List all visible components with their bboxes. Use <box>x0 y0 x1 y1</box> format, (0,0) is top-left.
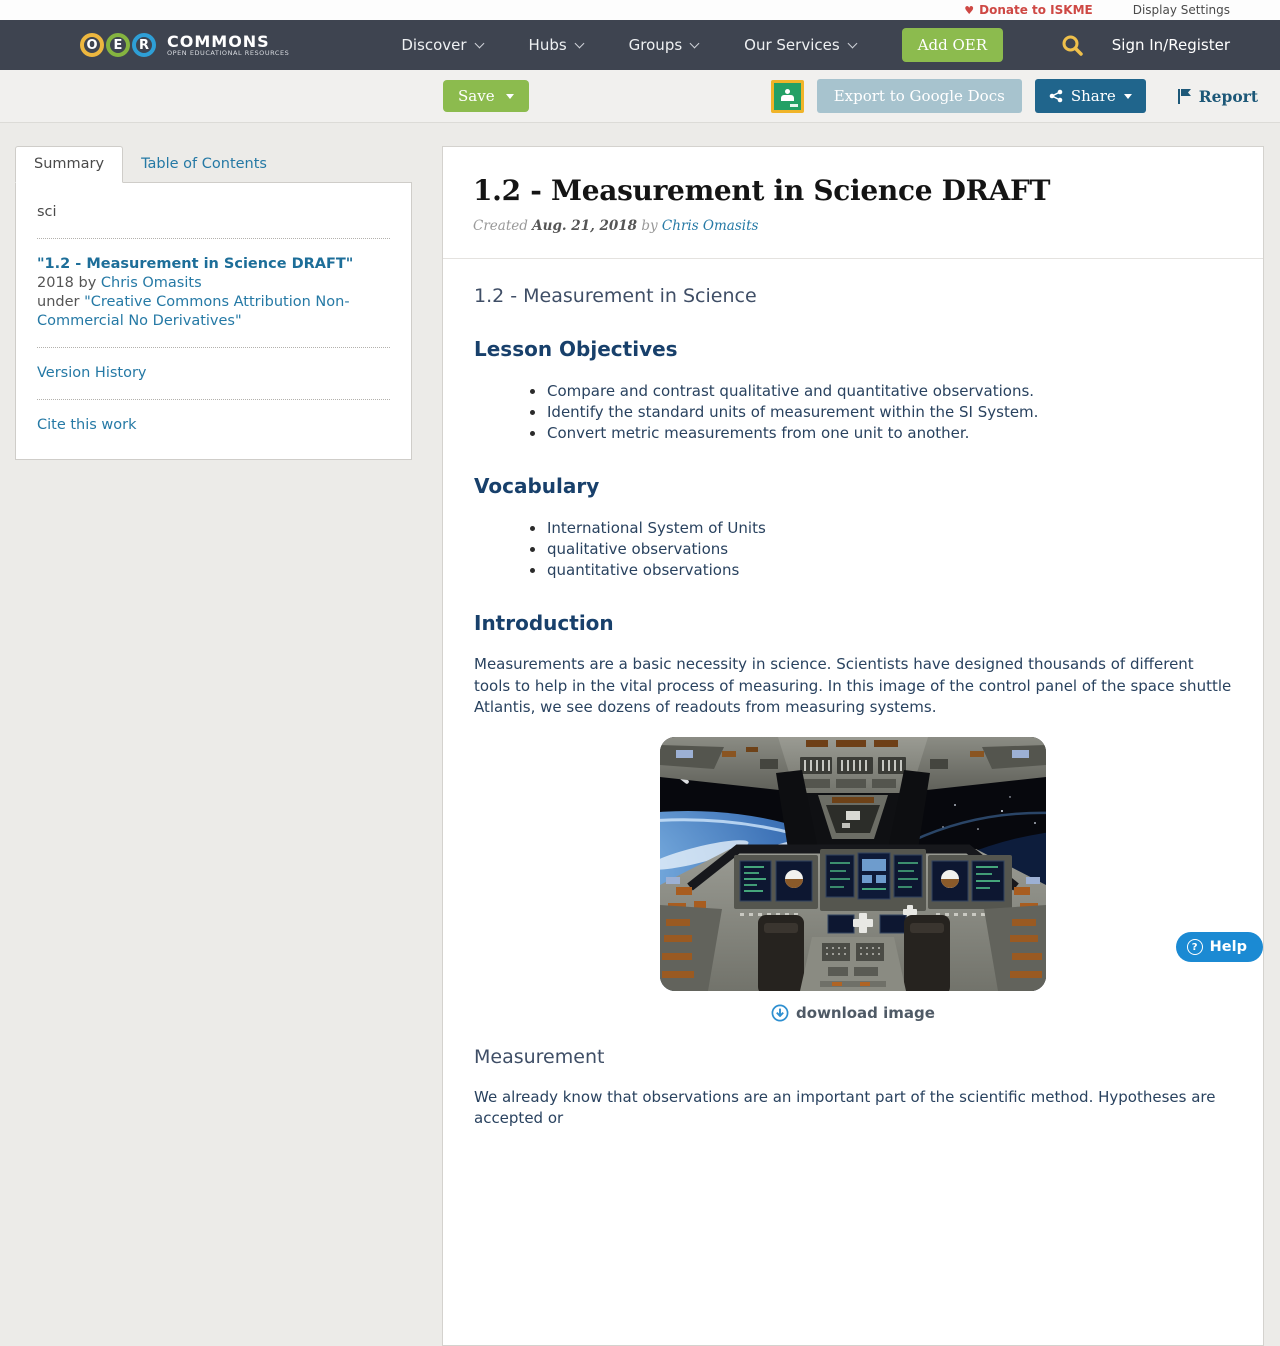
share-icon <box>1049 89 1063 103</box>
title-block: 1.2 - Measurement in Science DRAFT Creat… <box>443 147 1263 259</box>
citation-license-link[interactable]: "Creative Commons Attribution Non-Commer… <box>37 294 350 329</box>
subject-label: sci <box>37 203 390 222</box>
list-item: Convert metric measurements from one uni… <box>547 423 1232 444</box>
logo-ring-o: O <box>80 33 104 57</box>
caret-down-icon <box>1124 94 1132 99</box>
citation-under: under <box>37 294 84 310</box>
download-icon <box>771 1004 789 1022</box>
lesson-content: 1.2 - Measurement in Science Lesson Obje… <box>443 259 1263 1170</box>
nav-menu: Discover Hubs Groups Our Services <box>401 36 855 54</box>
save-button[interactable]: Save <box>443 80 529 112</box>
measurement-heading: Measurement <box>474 1046 1232 1068</box>
logo-ring-r: R <box>132 33 156 57</box>
oer-commons-logo[interactable]: O E R COMMONS OPEN EDUCATIONAL RESOURCES <box>80 33 289 57</box>
donate-label: Donate to ISKME <box>979 3 1093 17</box>
chevron-down-icon <box>690 38 700 48</box>
export-google-docs-button[interactable]: Export to Google Docs <box>817 79 1022 113</box>
dotted-divider <box>37 347 390 348</box>
vocabulary-list: International System of Units qualitativ… <box>474 518 1232 581</box>
introduction-paragraph: Measurements are a basic necessity in sc… <box>474 654 1232 719</box>
utility-bar: ♥ Donate to ISKME Display Settings <box>0 0 1280 20</box>
help-button[interactable]: ? Help <box>1176 932 1263 962</box>
vocabulary-heading: Vocabulary <box>474 474 1232 498</box>
summary-panel: sci "1.2 - Measurement in Science DRAFT"… <box>15 182 412 460</box>
sidebar-tabs: Summary Table of Contents <box>15 146 412 183</box>
report-button[interactable]: Report <box>1171 86 1264 107</box>
heart-icon: ♥ <box>964 5 974 16</box>
nav-item-discover[interactable]: Discover <box>401 36 482 54</box>
measurement-paragraph: We already know that observations are an… <box>474 1087 1232 1130</box>
sidebar: Summary Table of Contents sci "1.2 - Mea… <box>15 146 412 460</box>
list-item: International System of Units <box>547 518 1232 539</box>
version-history-link[interactable]: Version History <box>37 365 147 381</box>
google-classroom-icon <box>774 83 801 110</box>
chevron-down-icon <box>574 38 584 48</box>
created-line: Created Aug. 21, 2018 by Chris Omasits <box>473 218 1233 234</box>
dotted-divider <box>37 238 390 239</box>
nav-item-groups[interactable]: Groups <box>629 36 698 54</box>
download-image-link[interactable]: download image <box>474 1004 1232 1022</box>
citation-author-link[interactable]: Chris Omasits <box>101 275 202 291</box>
display-settings-link[interactable]: Display Settings <box>1133 3 1230 17</box>
main-navbar: O E R COMMONS OPEN EDUCATIONAL RESOURCES… <box>0 20 1280 70</box>
chevron-down-icon <box>474 38 484 48</box>
caret-down-icon <box>506 94 514 99</box>
lesson-objectives-list: Compare and contrast qualitative and qua… <box>474 381 1232 444</box>
author-link[interactable]: Chris Omasits <box>662 218 759 234</box>
search-button[interactable] <box>1061 34 1084 57</box>
list-item: quantitative observations <box>547 560 1232 581</box>
resource-toolbar: Save Export to Google Docs Share <box>0 70 1280 123</box>
citation-block: "1.2 - Measurement in Science DRAFT" 201… <box>37 255 390 331</box>
question-mark-icon: ? <box>1187 939 1203 955</box>
google-classroom-button[interactable] <box>771 80 804 113</box>
created-date: Aug. 21, 2018 <box>532 218 637 234</box>
citation-year: 2018 by <box>37 275 101 291</box>
lesson-objectives-heading: Lesson Objectives <box>474 337 1232 361</box>
dotted-divider <box>37 399 390 400</box>
list-item: qualitative observations <box>547 539 1232 560</box>
signin-register-link[interactable]: Sign In/Register <box>1112 36 1230 54</box>
list-item: Identify the standard units of measureme… <box>547 402 1232 423</box>
toolbar-right-group: Export to Google Docs Share Report <box>771 79 1264 113</box>
share-button[interactable]: Share <box>1035 79 1146 113</box>
introduction-heading: Introduction <box>474 611 1232 635</box>
list-item: Compare and contrast qualitative and qua… <box>547 381 1232 402</box>
logo-text: COMMONS OPEN EDUCATIONAL RESOURCES <box>167 34 289 57</box>
cite-this-work-link[interactable]: Cite this work <box>37 417 137 433</box>
flag-icon <box>1177 88 1192 104</box>
nav-item-hubs[interactable]: Hubs <box>529 36 583 54</box>
resource-card: 1.2 - Measurement in Science DRAFT Creat… <box>442 146 1264 1346</box>
page-title: 1.2 - Measurement in Science DRAFT <box>473 174 1233 207</box>
shuttle-cockpit-image <box>660 737 1046 991</box>
donate-link[interactable]: ♥ Donate to ISKME <box>964 3 1092 17</box>
page-layout: Summary Table of Contents sci "1.2 - Mea… <box>0 123 1280 1346</box>
search-icon <box>1061 34 1084 57</box>
citation-title-link[interactable]: "1.2 - Measurement in Science DRAFT" <box>37 256 353 272</box>
nav-item-our-services[interactable]: Our Services <box>744 36 856 54</box>
logo-ring-e: E <box>106 33 130 57</box>
tab-table-of-contents[interactable]: Table of Contents <box>123 147 285 183</box>
lesson-subtitle: 1.2 - Measurement in Science <box>474 285 1232 307</box>
tab-summary[interactable]: Summary <box>15 146 123 183</box>
add-oer-button[interactable]: Add OER <box>902 28 1003 62</box>
chevron-down-icon <box>847 38 857 48</box>
